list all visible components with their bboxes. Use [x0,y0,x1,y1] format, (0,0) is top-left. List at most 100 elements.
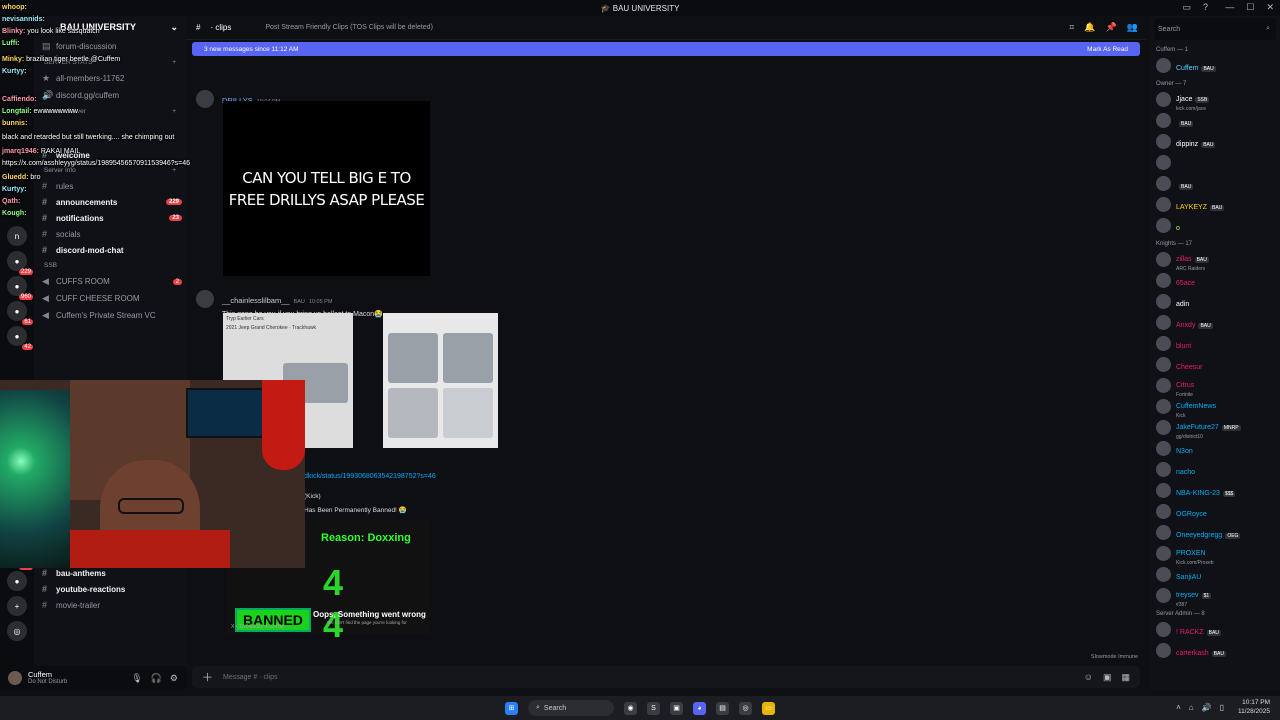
avatar[interactable] [196,90,214,108]
discover-icon[interactable]: ◎ [7,621,27,641]
new-messages-bar[interactable]: 3 new messages since 11:12 AM Mark As Re… [192,42,1140,56]
app-icon[interactable]: ▤ [716,701,729,715]
channel-socials[interactable]: # socials [34,226,186,242]
members-icon[interactable]: 👥 [1127,22,1138,33]
member-item[interactable]: OGRoyce [1150,501,1280,522]
chrome-icon[interactable]: ◉ [624,701,637,715]
channel-rules[interactable]: # rules [34,178,186,194]
channel-all-members[interactable]: ★ all-members-11762 [34,70,186,87]
channel-movie-trailer[interactable]: # movie-trailer [34,597,186,613]
member-item[interactable]: nacho [1150,459,1280,480]
mark-as-read-button[interactable]: Mark As Read [1087,46,1128,53]
clock[interactable]: 10:17 PM 11/28/2025 [1238,698,1270,716]
obs-icon[interactable]: ◎ [739,701,752,715]
member-item[interactable]: LAYKEYZ BAU [1150,194,1280,215]
server-icon[interactable]: ● 229 [7,251,33,275]
battery-icon[interactable]: ▯ [1220,703,1224,712]
member-item[interactable]: zillas BAU ARC Raiders [1150,249,1280,272]
channel-invite[interactable]: 🔊 discord.gg/cuffem [34,87,186,104]
voice-cuff-cheese-room[interactable]: ◀ CUFF CHEESE ROOM [34,290,186,307]
plus-icon[interactable]: + [172,59,176,66]
inbox-icon[interactable]: ▭ [1182,2,1191,13]
member-item[interactable]: Anxdy BAU [1150,312,1280,333]
discord-icon[interactable]: ◕ [693,701,706,715]
microphone-icon[interactable]: 🎙 [131,673,142,684]
plus-icon[interactable]: + [172,167,176,174]
steam-icon[interactable]: S [647,701,660,715]
server-icon[interactable]: n [7,226,27,246]
help-icon[interactable]: ? [1203,2,1208,13]
server-icon[interactable]: ● 960 [7,276,33,300]
member-item[interactable]: BAU [1150,173,1280,194]
category-access-server[interactable]: Access Server + [34,104,186,119]
member-item[interactable]: Oneeyedgregg OEG [1150,522,1280,543]
member-item[interactable]: Jjace SSB kick.com/jace [1150,89,1280,112]
member-item[interactable]: Cuffem BAU [1150,55,1280,76]
chevron-up-icon[interactable]: ˄ [1176,703,1181,712]
maximize-icon[interactable]: ☐ [1246,2,1254,13]
attachment-image[interactable] [383,313,498,448]
member-item[interactable]: SanjiAU [1150,564,1280,585]
pin-icon[interactable]: 📌 [1106,22,1117,33]
server-header[interactable]: BAU UNIVERSITY ⌄ [34,16,186,38]
member-item[interactable]: N3on [1150,438,1280,459]
server-icon[interactable]: ● 42 [7,326,33,350]
category-server-stats[interactable]: SERVER STATS + [34,55,186,70]
server-icon[interactable]: ● [7,571,27,591]
member-item[interactable]: treysev $1 #387 [1150,585,1280,608]
file-explorer-icon[interactable]: ▭ [762,701,775,715]
member-item[interactable]: JakeFuture27 MNRP gg/district10 [1150,417,1280,440]
channel-notifications[interactable]: # notifications 23 [34,210,186,226]
close-icon[interactable]: ✕ [1266,2,1274,13]
avatar[interactable] [196,290,214,308]
apps-icon[interactable]: ▦ [1121,672,1130,683]
add-server-icon[interactable]: + [7,596,27,616]
member-item[interactable]: ! RACKZ BAU [1150,619,1280,640]
member-item[interactable]: o [1150,215,1280,236]
member-item[interactable]: NBA-KING-23 $$$ [1150,480,1280,501]
channel-welcome[interactable]: # welcome [34,147,186,163]
member-item[interactable]: 65ace [1150,270,1280,291]
app-icon[interactable]: ▣ [670,701,683,715]
plus-icon[interactable]: + [172,108,176,115]
windows-start-icon[interactable]: ⊞ [505,701,518,715]
bell-icon[interactable]: 🔔 [1084,22,1095,33]
avatar[interactable] [8,671,22,685]
threads-icon[interactable]: ⌗ [1069,22,1074,33]
voice-cuffs-room[interactable]: ◀ CUFFS ROOM 2 [34,273,186,290]
member-item[interactable]: BAU [1150,110,1280,131]
emoji-icon[interactable]: ☺ [1084,672,1093,683]
channel-announcements[interactable]: # announcements 229 [34,194,186,210]
taskbar-search[interactable]: ⌕ Search [528,700,614,716]
headphones-icon[interactable]: 🎧 [151,673,162,684]
channel-topic[interactable]: Post Stream Friendly Clips (TOS Clips wi… [265,24,433,31]
server-icon[interactable]: ● 61 [7,301,33,325]
channel-youtube-reactions[interactable]: # youtube-reactions [34,581,186,597]
volume-icon[interactable]: 🔊 [1202,703,1212,712]
category-server-info[interactable]: Server Info + [34,163,186,178]
channel-forum-discussion[interactable]: ▤ forum-discussion [34,38,186,55]
search-input[interactable]: Search ⌕ [1154,18,1276,40]
message-input[interactable]: ＋ Message # · clips ☺ ▣ ▦ [192,666,1140,688]
gif-icon[interactable]: ▣ [1103,672,1112,683]
category-ssb[interactable]: SSB [34,258,186,273]
message-link[interactable]: dkick/status/1993068063542198752?s=46 [304,473,436,480]
message-image[interactable]: CAN YOU TELL BIG E TO FREE DRILLYS ASAP … [223,101,430,276]
gear-icon[interactable]: ⚙ [170,673,178,684]
plus-icon[interactable]: ＋ [202,669,213,685]
member-item[interactable] [1150,152,1280,173]
channel-discord-mod-chat[interactable]: # discord-mod-chat [34,242,186,258]
minimize-icon[interactable]: — [1225,2,1234,13]
member-item[interactable]: blurri [1150,333,1280,354]
member-item[interactable]: CuffemNews Kick [1150,396,1280,419]
member-item[interactable]: Cheesur [1150,354,1280,375]
member-item[interactable]: dippinz BAU [1150,131,1280,152]
message-author[interactable]: __chainlesslilbam__ [222,296,290,305]
member-item[interactable]: carterkash BAU [1150,640,1280,661]
member-item[interactable]: Citrus Fortnite [1150,375,1280,398]
member-item[interactable]: PROXEN Kick.com/Proxeb [1150,543,1280,566]
network-icon[interactable]: ⌂ [1189,703,1194,712]
hash-icon: # [196,23,201,32]
member-item[interactable]: adin [1150,291,1280,312]
voice-private-stream[interactable]: ◀ Cuffem's Private Stream VC [34,307,186,324]
